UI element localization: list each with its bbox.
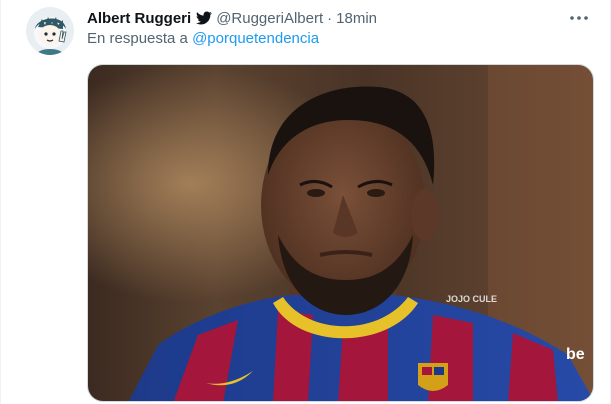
- separator-dot: ·: [327, 9, 333, 27]
- avatar[interactable]: [26, 7, 74, 55]
- ellipsis-icon: [570, 16, 588, 20]
- svg-text:be: be: [566, 346, 585, 363]
- photo-illustration: be JOJO CULE: [88, 65, 593, 401]
- bird-icon: [196, 10, 213, 26]
- author-display-name[interactable]: Albert Ruggeri: [87, 10, 191, 27]
- tweet-card[interactable]: Albert Ruggeri @RuggeriAlbert · 18min En…: [0, 0, 611, 404]
- reply-mention-link[interactable]: @porquetendencia: [192, 30, 319, 47]
- author-handle[interactable]: @RuggeriAlbert: [216, 10, 323, 27]
- tweet-photo[interactable]: be JOJO CULE: [87, 64, 594, 402]
- reply-prefix: En respuesta a: [87, 30, 193, 47]
- cartoon-avatar-icon: [26, 7, 74, 55]
- tweet-header: Albert Ruggeri @RuggeriAlbert · 18min: [87, 8, 570, 28]
- more-options-button[interactable]: [566, 8, 592, 28]
- reply-context: En respuesta a @porquetendencia: [87, 30, 319, 47]
- photo-watermark: JOJO CULE: [446, 294, 497, 304]
- tweet-timestamp[interactable]: 18min: [336, 10, 377, 27]
